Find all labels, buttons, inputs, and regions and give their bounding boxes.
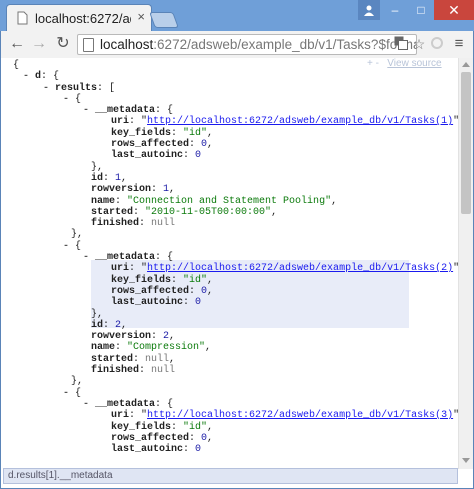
- uri-link[interactable]: http://localhost:6272/adsweb/example_db/…: [147, 116, 453, 127]
- browser-toolbar: ← → ↻ localhost:6272/adsweb/example_db/v…: [0, 31, 474, 58]
- collapse-toggle[interactable]: -: [83, 105, 95, 116]
- scrollbar-thumb[interactable]: [461, 72, 471, 214]
- json-line: id: 1,: [91, 172, 128, 184]
- json-line: },: [91, 308, 104, 320]
- page-icon: [17, 11, 28, 25]
- reload-button[interactable]: ↻: [53, 34, 73, 54]
- json-line: key_fields: "id",: [111, 421, 214, 433]
- json-line: - __metadata: {: [83, 398, 174, 410]
- json-line: finished: null: [91, 218, 176, 230]
- json-line: name: "Connection and Statement Pooling"…: [91, 195, 338, 207]
- translate-icon[interactable]: [393, 36, 409, 52]
- tab-close-icon[interactable]: ×: [137, 9, 145, 25]
- forward-button[interactable]: →: [29, 34, 49, 54]
- title-bar: localhost:6272/adsweb × – □ ✕: [0, 0, 474, 31]
- json-line: last_autoinc: 0: [111, 150, 202, 162]
- json-line: key_fields: "id",: [111, 127, 214, 139]
- json-line: rows_affected: 0,: [111, 285, 214, 297]
- json-line: - {: [63, 93, 82, 105]
- collapse-toggle[interactable]: -: [83, 399, 95, 410]
- json-line: - __metadata: {: [83, 252, 174, 264]
- json-line: uri: "http://localhost:6272/adsweb/examp…: [111, 410, 465, 422]
- json-line: started: "2010-11-05T00:00:00",: [91, 206, 278, 218]
- user-icon[interactable]: [358, 0, 380, 20]
- json-line: rowversion: 1,: [91, 184, 176, 196]
- json-line: - {: [63, 240, 82, 252]
- minimize-button[interactable]: –: [382, 0, 408, 20]
- url-text[interactable]: localhost:6272/adsweb/example_db/v1/Task…: [100, 37, 416, 52]
- json-line: },: [71, 376, 84, 388]
- json-line: - d: {: [23, 71, 60, 83]
- json-line: started: null,: [91, 353, 176, 365]
- collapse-toggle[interactable]: -: [63, 241, 75, 252]
- collapse-toggle[interactable]: -: [83, 252, 95, 263]
- uri-link[interactable]: http://localhost:6272/adsweb/example_db/…: [147, 263, 453, 274]
- json-line: rows_affected: 0,: [111, 432, 214, 444]
- vertical-scrollbar[interactable]: [458, 58, 473, 469]
- json-line: rowversion: 2,: [91, 331, 176, 343]
- json-line: },: [91, 161, 104, 173]
- page-icon: [83, 38, 94, 52]
- browser-tab[interactable]: localhost:6272/adsweb ×: [6, 4, 152, 31]
- back-button[interactable]: ←: [7, 34, 27, 54]
- collapse-toggle[interactable]: -: [23, 71, 35, 82]
- page-content: + - View source { - d: { - results: [ - …: [0, 58, 474, 489]
- json-line: {: [13, 60, 20, 71]
- json-line: name: "Compression",: [91, 342, 212, 354]
- collapse-toggle[interactable]: -: [43, 83, 55, 94]
- close-window-button[interactable]: ✕: [434, 0, 474, 20]
- extension-icon[interactable]: [429, 36, 445, 52]
- json-line: },: [71, 229, 84, 241]
- json-line: uri: "http://localhost:6272/adsweb/examp…: [111, 263, 465, 275]
- tab-title: localhost:6272/adsweb: [35, 11, 131, 26]
- json-line: last_autoinc: 0: [111, 297, 202, 309]
- json-line: id: 2,: [91, 319, 128, 331]
- menu-icon[interactable]: ≡: [451, 36, 467, 52]
- uri-link[interactable]: http://localhost:6272/adsweb/example_db/…: [147, 410, 453, 421]
- json-line: - {: [63, 387, 82, 399]
- bookmark-star-icon[interactable]: ☆: [411, 36, 427, 52]
- json-line: uri: "http://localhost:6272/adsweb/examp…: [111, 116, 465, 128]
- maximize-button[interactable]: □: [408, 0, 434, 20]
- json-line: - results: [: [43, 82, 116, 94]
- json-tree: { - d: { - results: [ - { - __metadata: …: [1, 60, 465, 456]
- new-tab-button[interactable]: [149, 12, 179, 28]
- scroll-up-icon[interactable]: [462, 62, 470, 67]
- json-line: last_autoinc: 0: [111, 444, 202, 456]
- scroll-down-icon[interactable]: [462, 458, 470, 463]
- collapse-toggle[interactable]: -: [63, 94, 75, 105]
- json-line: key_fields: "id",: [111, 274, 214, 286]
- json-line: finished: null: [91, 365, 176, 377]
- address-bar[interactable]: localhost:6272/adsweb/example_db/v1/Task…: [77, 34, 417, 55]
- json-line: - __metadata: {: [83, 105, 174, 117]
- json-line: rows_affected: 0,: [111, 139, 214, 151]
- collapse-toggle[interactable]: -: [63, 388, 75, 399]
- json-path-status: d.results[1].__metadata: [3, 468, 458, 484]
